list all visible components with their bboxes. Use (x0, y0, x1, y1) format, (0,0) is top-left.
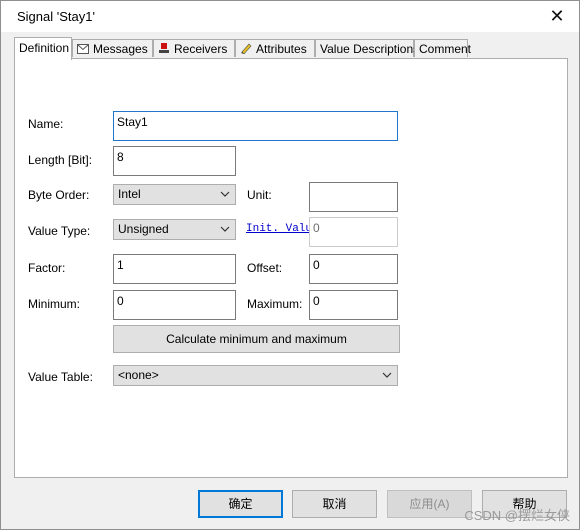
chevron-down-icon (219, 188, 231, 200)
length-input[interactable]: 8 (113, 146, 236, 176)
factor-label: Factor: (28, 261, 66, 275)
factor-input[interactable]: 1 (113, 254, 236, 284)
byte-order-select[interactable]: Intel (113, 184, 236, 205)
tab-label: Attributes (256, 42, 307, 56)
tab-label: Value Descriptions (320, 42, 420, 56)
tab-label: Comment (419, 42, 472, 56)
envelope-icon (77, 41, 89, 59)
tab-comment[interactable]: Comment (414, 39, 472, 57)
value-type-label: Value Type: (28, 224, 91, 238)
unit-label: Unit: (247, 188, 272, 202)
value-table-value: <none> (118, 368, 159, 382)
watermark: CSDN @摆烂女侠 (464, 508, 570, 523)
unit-input[interactable] (309, 182, 398, 212)
pencil-icon (240, 41, 252, 59)
tab-definition[interactable]: Definition (14, 37, 72, 60)
init-value-link[interactable]: Init. Value (246, 223, 310, 235)
value-table-select[interactable]: <none> (113, 365, 398, 386)
byte-order-value: Intel (118, 187, 141, 201)
tab-label: Receivers (174, 42, 228, 56)
chevron-down-icon (219, 223, 231, 235)
tab-messages[interactable]: Messages (72, 39, 153, 57)
tab-label: Definition (19, 41, 70, 55)
apply-button[interactable]: 应用(A) (387, 490, 472, 518)
maximum-input[interactable]: 0 (309, 290, 398, 320)
tab-receivers[interactable]: Receivers (153, 39, 235, 57)
tab-strip: Definition Messages Receivers Attributes… (14, 37, 570, 60)
offset-input[interactable]: 0 (309, 254, 398, 284)
ok-button[interactable]: 确定 (198, 490, 283, 518)
window-title: Signal 'Stay1' (17, 9, 95, 24)
title-bar[interactable]: Signal 'Stay1' ✕ (1, 1, 579, 32)
chevron-down-icon (381, 369, 393, 381)
length-label: Length [Bit]: (28, 153, 93, 167)
minimum-label: Minimum: (28, 297, 81, 311)
close-button[interactable]: ✕ (543, 5, 571, 27)
value-type-select[interactable]: Unsigned (113, 219, 236, 240)
offset-label: Offset: (247, 261, 283, 275)
tab-label: Messages (93, 42, 148, 56)
tab-attributes[interactable]: Attributes (235, 39, 315, 57)
signal-dialog: Signal 'Stay1' ✕ Definition Messages Rec… (0, 0, 580, 530)
name-label: Name: (28, 117, 64, 131)
maximum-label: Maximum: (247, 297, 303, 311)
close-icon: ✕ (549, 6, 565, 26)
init-value-input[interactable]: 0 (309, 217, 398, 247)
value-table-label: Value Table: (28, 370, 93, 384)
tab-value-descriptions[interactable]: Value Descriptions (315, 39, 419, 57)
byte-order-label: Byte Order: (28, 188, 90, 202)
cancel-button[interactable]: 取消 (292, 490, 377, 518)
value-type-value: Unsigned (118, 222, 169, 236)
calculate-min-max-button[interactable]: Calculate minimum and maximum (113, 325, 400, 353)
name-input[interactable]: Stay1 (113, 111, 398, 141)
receiver-icon (158, 41, 170, 59)
minimum-input[interactable]: 0 (113, 290, 236, 320)
